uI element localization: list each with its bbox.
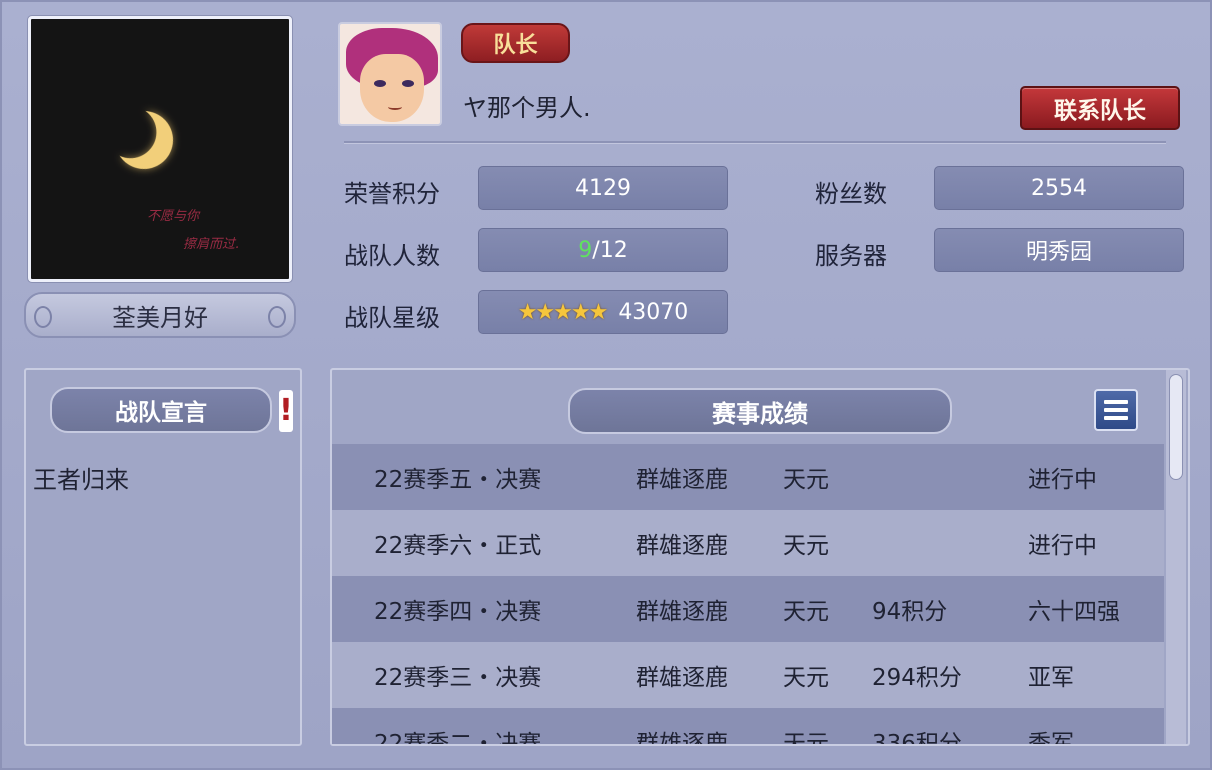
leader-avatar[interactable] (338, 22, 442, 126)
group-cell: 天元 (783, 467, 829, 493)
scrollbar-thumb[interactable] (1169, 374, 1183, 480)
event-cell: 群雄逐鹿 (636, 533, 728, 559)
event-cell: 群雄逐鹿 (636, 467, 728, 493)
menu-icon[interactable] (1094, 389, 1138, 431)
avatar-mouth (388, 104, 402, 110)
declaration-title: 战队宣言 (50, 387, 272, 433)
table-row[interactable]: 22赛季二・决赛 群雄逐鹿 天元 336积分 季军 (332, 708, 1164, 744)
leader-name: ヤ那个男人. (463, 94, 591, 122)
avatar-eye-right (402, 80, 414, 87)
fans-value: 2554 (934, 166, 1184, 210)
team-name: 荃美月好 (24, 292, 296, 338)
star-rating-icon: ★★★★★ (517, 299, 609, 325)
table-row[interactable]: 22赛季五・决赛 群雄逐鹿 天元 进行中 (332, 444, 1164, 510)
members-current: 9 (578, 237, 593, 263)
members-value: 9/12 (478, 228, 728, 272)
members-max: /12 (592, 237, 628, 263)
contact-captain-button[interactable]: 联系队长 (1020, 86, 1180, 130)
points-cell: 294积分 (872, 665, 962, 691)
table-row[interactable]: 22赛季六・正式 群雄逐鹿 天元 进行中 (332, 510, 1164, 576)
avatar-text-line-1: 不愿与你 (147, 209, 200, 224)
results-title: 赛事成绩 (568, 388, 952, 434)
season-cell: 22赛季六・正式 (374, 533, 542, 559)
points-cell: 94积分 (872, 599, 948, 625)
honor-points-label: 荣誉积分 (344, 180, 440, 208)
table-row[interactable]: 22赛季三・决赛 群雄逐鹿 天元 294积分 亚军 (332, 642, 1164, 708)
captain-badge: 队长 (461, 23, 570, 63)
season-cell: 22赛季四・决赛 (374, 599, 542, 625)
fans-label: 粉丝数 (815, 180, 887, 208)
avatar-text-line-2: 擦肩而过. (183, 237, 240, 252)
event-cell: 群雄逐鹿 (636, 665, 728, 691)
declaration-text: 王者归来 (33, 466, 129, 494)
season-cell: 22赛季五・决赛 (374, 467, 542, 493)
group-cell: 天元 (783, 731, 829, 744)
avatar-eye-left (374, 80, 386, 87)
table-row[interactable]: 22赛季四・决赛 群雄逐鹿 天元 94积分 六十四强 (332, 576, 1164, 642)
moon-icon (110, 106, 177, 173)
status-cell: 进行中 (1028, 533, 1097, 559)
season-cell: 22赛季二・决赛 (374, 731, 542, 744)
group-cell: 天元 (783, 665, 829, 691)
members-label: 战队人数 (344, 242, 440, 270)
points-cell: 336积分 (872, 731, 962, 744)
season-cell: 22赛季三・决赛 (374, 665, 542, 691)
event-cell: 群雄逐鹿 (636, 599, 728, 625)
status-cell: 亚军 (1028, 665, 1074, 691)
event-cell: 群雄逐鹿 (636, 731, 728, 744)
avatar-face (360, 54, 424, 122)
status-cell: 六十四强 (1028, 599, 1120, 625)
divider (344, 141, 1166, 143)
star-score: 43070 (618, 299, 689, 325)
status-cell: 季军 (1028, 731, 1074, 744)
group-cell: 天元 (783, 533, 829, 559)
status-cell: 进行中 (1028, 467, 1097, 493)
results-list[interactable]: 22赛季五・决赛 群雄逐鹿 天元 进行中 22赛季六・正式 群雄逐鹿 天元 进行… (332, 444, 1164, 744)
server-value: 明秀园 (934, 228, 1184, 272)
group-cell: 天元 (783, 599, 829, 625)
server-label: 服务器 (815, 242, 887, 270)
honor-points-value: 4129 (478, 166, 728, 210)
team-avatar: 不愿与你 擦肩而过. (28, 16, 292, 282)
star-level-label: 战队星级 (344, 304, 440, 332)
alert-icon[interactable]: ! (279, 390, 293, 432)
star-level-value: ★★★★★ 43070 (478, 290, 728, 334)
